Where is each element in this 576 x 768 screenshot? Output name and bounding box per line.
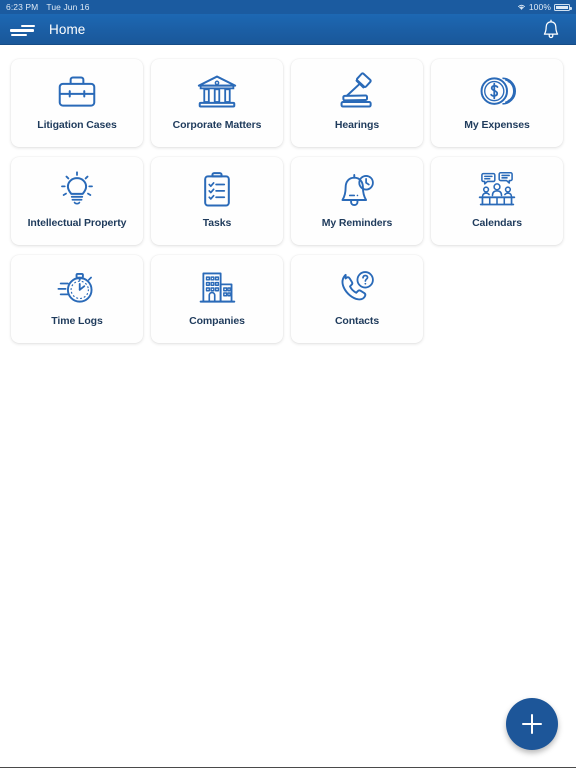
clipboard-check-icon: [195, 167, 239, 213]
tile-corporate-matters[interactable]: Corporate Matters: [151, 59, 283, 147]
office-buildings-icon: [195, 265, 239, 311]
status-bar: 6:23 PM Tue Jun 16 100%: [0, 0, 576, 14]
tile-label: Tasks: [202, 217, 232, 229]
tile-my-expenses[interactable]: My Expenses: [431, 59, 563, 147]
tile-label: Hearings: [334, 119, 380, 131]
status-bar-right: 100%: [517, 2, 572, 12]
tile-label: Litigation Cases: [37, 119, 117, 131]
tile-label: Corporate Matters: [172, 119, 262, 131]
app-module-grid: Litigation Cases Corporate Matters Heari…: [11, 59, 565, 343]
courthouse-icon: [195, 69, 239, 115]
briefcase-icon: [55, 69, 99, 115]
status-bar-left: 6:23 PM Tue Jun 16: [6, 2, 90, 12]
battery-icon: [554, 3, 572, 11]
page-title: Home: [49, 22, 86, 37]
plus-icon: [522, 714, 542, 734]
tile-tasks[interactable]: Tasks: [151, 157, 283, 245]
hamburger-menu-icon[interactable]: [10, 20, 36, 40]
gavel-icon: [335, 69, 379, 115]
tile-companies[interactable]: Companies: [151, 255, 283, 343]
app-root: 6:23 PM Tue Jun 16 100% Home Litigation …: [0, 0, 576, 768]
main-content: Litigation Cases Corporate Matters Heari…: [0, 45, 576, 768]
stopwatch-icon: [55, 265, 99, 311]
tile-label: My Reminders: [321, 217, 393, 229]
phone-question-icon: [335, 265, 379, 311]
bell-clock-icon: [335, 167, 379, 213]
tile-contacts[interactable]: Contacts: [291, 255, 423, 343]
tile-label: Intellectual Property: [27, 217, 127, 229]
lightbulb-icon: [55, 167, 99, 213]
tile-label: Companies: [189, 315, 245, 327]
tile-label: My Expenses: [464, 119, 530, 131]
tile-my-reminders[interactable]: My Reminders: [291, 157, 423, 245]
tile-label: Time Logs: [51, 315, 103, 327]
tile-litigation-cases[interactable]: Litigation Cases: [11, 59, 143, 147]
bell-icon[interactable]: [538, 17, 564, 43]
tile-label: Contacts: [334, 315, 380, 327]
tile-time-logs[interactable]: Time Logs: [11, 255, 143, 343]
status-date: Tue Jun 16: [46, 2, 90, 12]
wifi-icon: [517, 3, 526, 11]
coins-dollar-icon: [475, 69, 519, 115]
add-button-fab[interactable]: [506, 698, 558, 750]
status-time: 6:23 PM: [6, 2, 39, 12]
tile-label: Calendars: [472, 217, 522, 229]
battery-percent: 100%: [528, 2, 551, 12]
tile-calendars[interactable]: Calendars: [431, 157, 563, 245]
meeting-people-icon: [475, 167, 519, 213]
tile-hearings[interactable]: Hearings: [291, 59, 423, 147]
navigation-bar: Home: [0, 14, 576, 45]
tile-intellectual-property[interactable]: Intellectual Property: [11, 157, 143, 245]
